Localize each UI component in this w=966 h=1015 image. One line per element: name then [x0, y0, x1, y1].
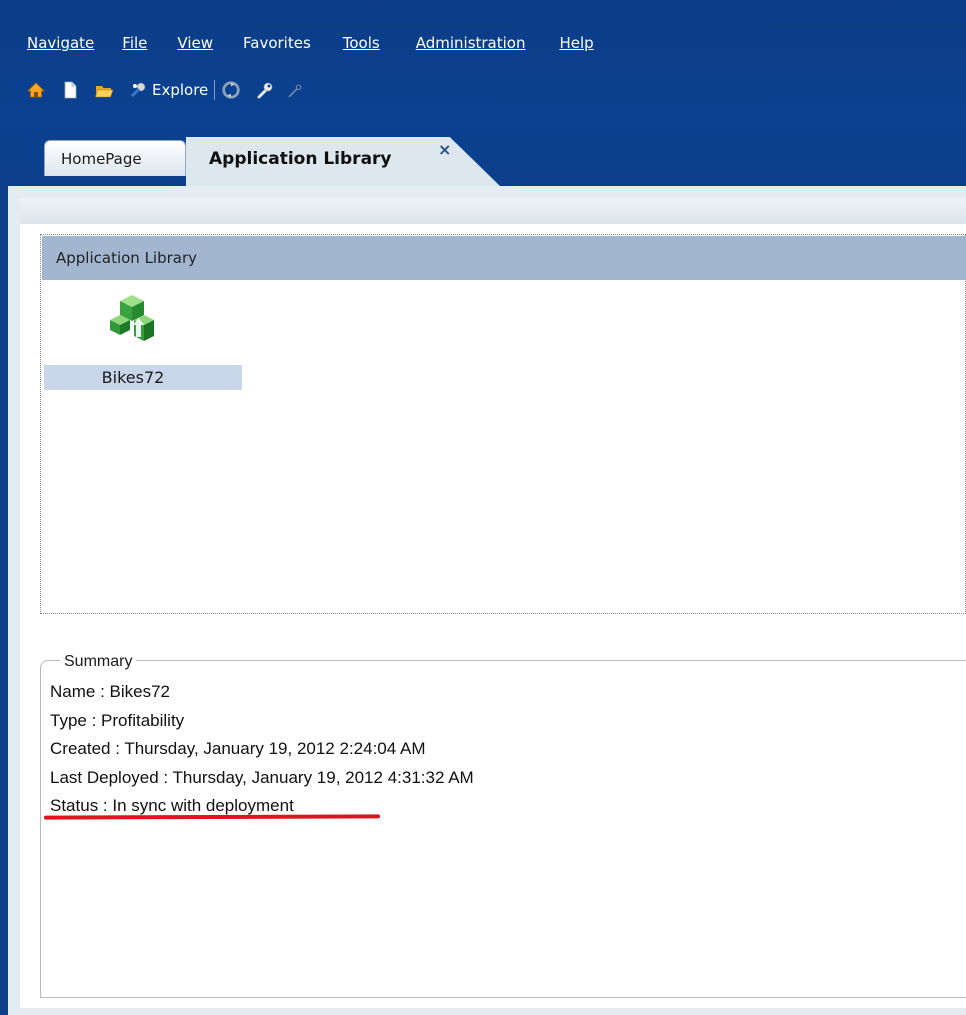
menu-navigate[interactable]: Navigate — [27, 34, 94, 52]
summary-type: Type : Profitability — [50, 710, 185, 730]
menu-bar: Navigate File View Favorites Tools Admin… — [27, 32, 622, 54]
close-icon[interactable]: × — [438, 142, 454, 158]
explore-link[interactable]: Explore — [152, 81, 208, 99]
tab-homepage[interactable]: HomePage — [44, 140, 186, 176]
application-library-panel — [40, 234, 966, 614]
menu-favorites[interactable]: Favorites — [243, 34, 311, 52]
summary-legend: Summary — [60, 653, 137, 671]
refresh-icon[interactable] — [221, 80, 241, 100]
explore-icon[interactable] — [128, 80, 148, 100]
menu-view[interactable]: View — [177, 34, 213, 52]
toolbar-separator — [214, 80, 216, 100]
wrench-disabled-icon — [285, 80, 305, 100]
new-document-icon[interactable] — [60, 80, 80, 100]
panel-header: Application Library — [42, 236, 966, 280]
summary-details: Name : Bikes72 Type : Profitability Crea… — [50, 679, 474, 822]
summary-name: Name : Bikes72 — [50, 682, 170, 701]
menu-administration[interactable]: Administration — [416, 34, 526, 52]
home-icon[interactable] — [26, 80, 46, 100]
menu-file[interactable]: File — [122, 34, 147, 52]
menu-help[interactable]: Help — [559, 34, 593, 52]
open-folder-icon[interactable] — [94, 80, 114, 100]
bottom-border — [8, 1008, 966, 1015]
toolbar: Explore — [26, 77, 319, 103]
menu-tools[interactable]: Tools — [343, 34, 380, 52]
sub-toolbar — [20, 198, 966, 224]
left-border — [0, 186, 8, 1015]
summary-created: Created : Thursday, January 19, 2012 2:2… — [50, 739, 426, 758]
application-cube-icon[interactable] — [104, 291, 160, 347]
summary-last-deployed: Last Deployed : Thursday, January 19, 20… — [50, 767, 474, 787]
wrench-icon[interactable] — [255, 80, 275, 100]
application-item-label[interactable]: Bikes72 — [44, 365, 242, 390]
